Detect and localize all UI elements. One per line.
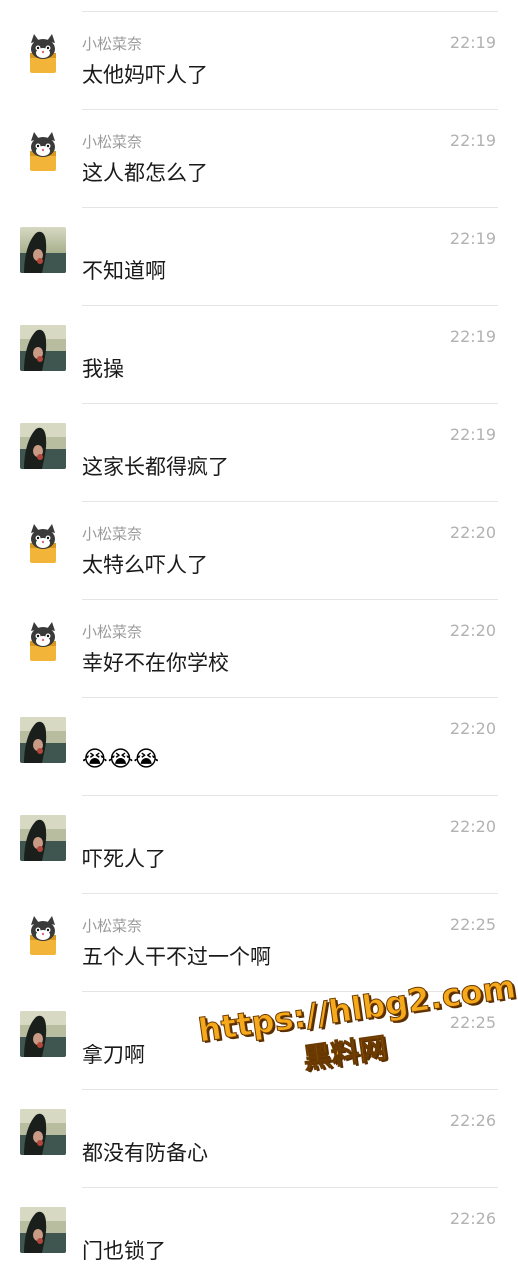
divider [82, 1089, 498, 1090]
girl-sunset-avatar-icon [20, 227, 66, 273]
girl-sunset-avatar-icon [20, 325, 66, 371]
cat-avatar-icon [20, 521, 66, 567]
message-emoji: 😭😭😭 [82, 747, 160, 772]
message-time: 22:19 [449, 33, 496, 52]
message-time: 22:20 [449, 523, 496, 542]
avatar[interactable] [20, 1109, 66, 1155]
avatar[interactable] [20, 1207, 66, 1253]
avatar[interactable] [20, 1011, 66, 1057]
message-text: 都没有防备心 [82, 1141, 208, 1165]
divider [82, 697, 498, 698]
message-time: 22:19 [449, 425, 496, 444]
girl-sunset-avatar-icon [20, 1109, 66, 1155]
divider [82, 501, 498, 502]
sender-name: 小松菜奈 [82, 623, 143, 641]
divider [82, 795, 498, 796]
sender-name: 小松菜奈 [82, 35, 143, 53]
avatar[interactable] [20, 913, 66, 959]
message-item[interactable]: 22:20 吓死人了 [0, 795, 518, 893]
avatar[interactable] [20, 325, 66, 371]
message-text: 吓死人了 [82, 847, 166, 871]
message-time: 22:26 [449, 1111, 496, 1130]
girl-sunset-avatar-icon [20, 423, 66, 469]
message-item[interactable]: 小松菜奈 22:20 太特么吓人了 [0, 501, 518, 599]
girl-sunset-avatar-icon [20, 1207, 66, 1253]
message-time: 22:19 [449, 327, 496, 346]
cat-avatar-icon [20, 31, 66, 77]
message-item[interactable]: 22:19 这家长都得疯了 [0, 403, 518, 501]
message-text: 拿刀啊 [82, 1043, 145, 1067]
message-time: 22:25 [449, 915, 496, 934]
message-item[interactable]: 22:20 😭😭😭 [0, 697, 518, 795]
girl-sunset-avatar-icon [20, 717, 66, 763]
message-item[interactable]: 22:25 拿刀啊 [0, 991, 518, 1089]
message-item[interactable]: 小松菜奈 22:25 五个人干不过一个啊 [0, 893, 518, 991]
message-item[interactable]: 22:19 我操 [0, 305, 518, 403]
message-text: 门也锁了 [82, 1239, 166, 1263]
divider [82, 305, 498, 306]
cat-avatar-icon [20, 129, 66, 175]
message-time: 22:20 [449, 817, 496, 836]
message-text: 这家长都得疯了 [82, 455, 229, 479]
message-text: 太特么吓人了 [82, 553, 208, 577]
girl-sunset-avatar-icon [20, 815, 66, 861]
message-text: 我操 [82, 357, 124, 381]
cat-avatar-icon [20, 619, 66, 665]
message-time: 22:19 [449, 229, 496, 248]
divider [82, 893, 498, 894]
divider [82, 109, 498, 110]
message-text: 太他妈吓人了 [82, 63, 208, 87]
divider [82, 207, 498, 208]
divider [82, 991, 498, 992]
message-time: 22:20 [449, 621, 496, 640]
message-text: 幸好不在你学校 [82, 651, 229, 675]
girl-sunset-avatar-icon [20, 1011, 66, 1057]
message-text: 不知道啊 [82, 259, 166, 283]
avatar[interactable] [20, 521, 66, 567]
message-item[interactable]: 22:26 都没有防备心 [0, 1089, 518, 1187]
divider [82, 11, 498, 12]
message-item[interactable]: 小松菜奈 22:19 这人都怎么了 [0, 109, 518, 207]
sender-name: 小松菜奈 [82, 133, 143, 151]
message-time: 22:25 [449, 1013, 496, 1032]
sender-name: 小松菜奈 [82, 917, 143, 935]
message-text: 五个人干不过一个啊 [82, 945, 271, 969]
message-time: 22:26 [449, 1209, 496, 1228]
avatar[interactable] [20, 619, 66, 665]
divider [82, 1187, 498, 1188]
cat-avatar-icon [20, 913, 66, 959]
message-time: 22:20 [449, 719, 496, 738]
avatar[interactable] [20, 815, 66, 861]
chat-history-list: 小松菜奈 22:19 太他妈吓人了 小松菜奈 22:19 这人都怎么了 22:1… [0, 0, 518, 1280]
message-time: 22:19 [449, 131, 496, 150]
avatar[interactable] [20, 423, 66, 469]
divider [82, 403, 498, 404]
message-item[interactable]: 小松菜奈 22:19 太他妈吓人了 [0, 11, 518, 109]
message-item[interactable]: 小松菜奈 22:20 幸好不在你学校 [0, 599, 518, 697]
avatar[interactable] [20, 129, 66, 175]
message-item[interactable]: 22:19 不知道啊 [0, 207, 518, 305]
avatar[interactable] [20, 717, 66, 763]
divider [82, 599, 498, 600]
message-item[interactable]: 22:26 门也锁了 [0, 1187, 518, 1285]
sender-name: 小松菜奈 [82, 525, 143, 543]
avatar[interactable] [20, 31, 66, 77]
avatar[interactable] [20, 227, 66, 273]
message-text: 这人都怎么了 [82, 161, 208, 185]
